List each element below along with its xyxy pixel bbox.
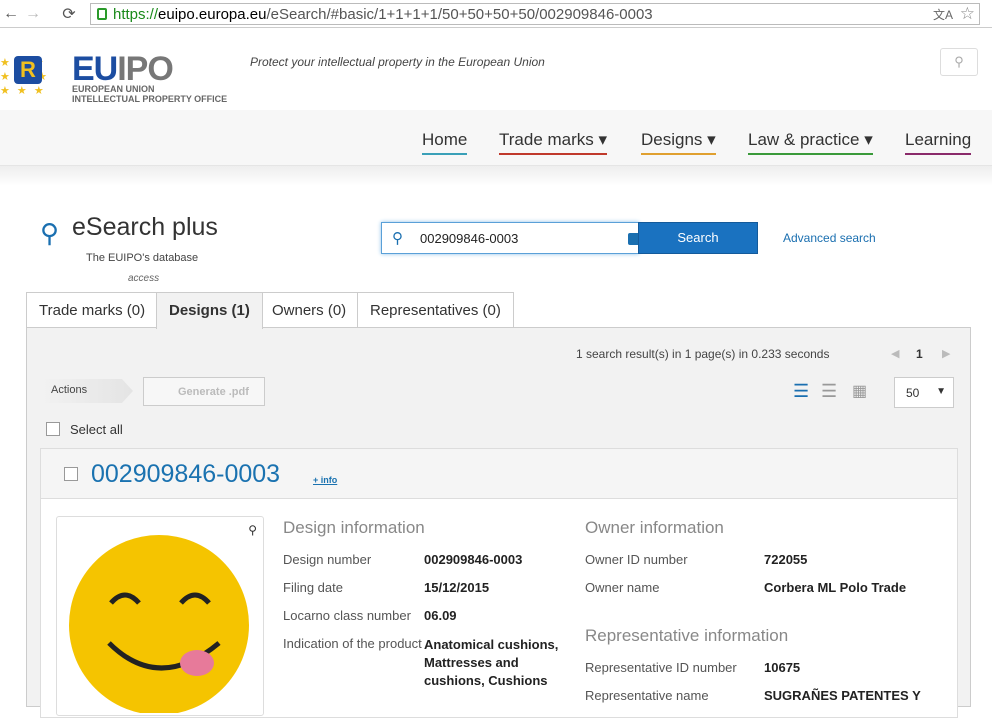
nav-trade-marks[interactable]: Trade marks ▾ xyxy=(499,130,608,155)
star-icon[interactable]: ☆ xyxy=(960,4,975,24)
search-input[interactable]: ⚲ 002909846-0003 xyxy=(381,222,642,254)
prev-page-icon[interactable]: ◀ xyxy=(891,347,899,360)
next-page-icon[interactable]: ▶ xyxy=(942,347,950,360)
per-page-select[interactable]: 50 ▼ xyxy=(894,377,954,408)
lock-icon xyxy=(97,8,107,20)
tab-owners[interactable]: Owners (0) xyxy=(259,292,360,328)
tab-representatives[interactable]: Representatives (0) xyxy=(357,292,514,328)
forward-icon[interactable]: → xyxy=(22,5,44,23)
nav-learning[interactable]: Learning xyxy=(905,130,972,155)
results-summary: 1 search result(s) in 1 page(s) in 0.233… xyxy=(576,347,830,361)
result-card: 002909846-0003 + info ⚲ Design informati… xyxy=(40,448,958,718)
nav-law-practice[interactable]: Law & practice ▾ xyxy=(748,130,873,155)
actions-button[interactable]: Actions xyxy=(41,379,133,403)
more-info-link[interactable]: + info xyxy=(313,475,337,485)
results-panel: 1 search result(s) in 1 page(s) in 0.233… xyxy=(26,327,971,718)
page-number[interactable]: 1 xyxy=(916,347,923,361)
divider xyxy=(0,166,992,186)
search-icon: ⚲ xyxy=(392,230,403,247)
main-nav: Home Trade marks ▾ Designs ▾ Law & pract… xyxy=(0,110,992,166)
translate-icon[interactable]: 文A xyxy=(933,6,953,23)
list-view-icon[interactable]: ☰ xyxy=(793,381,809,402)
compact-view-icon[interactable]: ☰ xyxy=(821,381,837,402)
back-icon[interactable]: ← xyxy=(0,5,22,23)
tab-trade-marks[interactable]: Trade marks (0) xyxy=(26,292,159,328)
nav-designs[interactable]: Designs ▾ xyxy=(641,130,716,155)
advanced-search-link[interactable]: Advanced search xyxy=(783,231,876,245)
nav-home[interactable]: Home xyxy=(422,130,468,155)
emoji-cushion-image xyxy=(69,535,249,713)
grid-view-icon[interactable]: ▦ xyxy=(852,381,867,401)
site-search-button[interactable]: ⚲ xyxy=(940,48,978,76)
esearch-title: eSearch plus xyxy=(72,213,218,241)
generate-pdf-button[interactable]: Generate .pdf xyxy=(143,377,265,406)
r-logo-icon: R xyxy=(14,56,42,84)
reload-icon[interactable]: ⟳ xyxy=(58,4,80,24)
select-all-checkbox[interactable] xyxy=(46,422,60,436)
tagline: Protect your intellectual property in th… xyxy=(250,55,545,69)
design-number-link[interactable]: 002909846-0003 xyxy=(91,460,280,489)
site-header: ★ ★ ★★ ★★ ★ ★ R EUIPO EUROPEAN UNION INT… xyxy=(0,28,992,110)
euipo-logo[interactable]: ★ ★ ★★ ★★ ★ ★ R EUIPO EUROPEAN UNION INT… xyxy=(0,50,240,108)
esearch-magnifier-icon: ⚲ xyxy=(40,218,60,248)
search-button[interactable]: Search xyxy=(638,222,758,254)
chevron-down-icon: ▼ xyxy=(936,386,946,397)
address-bar[interactable]: https://euipo.europa.eu/eSearch/#basic/1… xyxy=(90,3,980,25)
zoom-icon[interactable]: ⚲ xyxy=(248,523,257,537)
design-image[interactable]: ⚲ xyxy=(56,516,264,716)
tab-designs[interactable]: Designs (1) xyxy=(156,292,263,329)
browser-toolbar: ← → ⟳ https://euipo.europa.eu/eSearch/#b… xyxy=(0,0,992,28)
result-checkbox[interactable] xyxy=(64,467,78,481)
